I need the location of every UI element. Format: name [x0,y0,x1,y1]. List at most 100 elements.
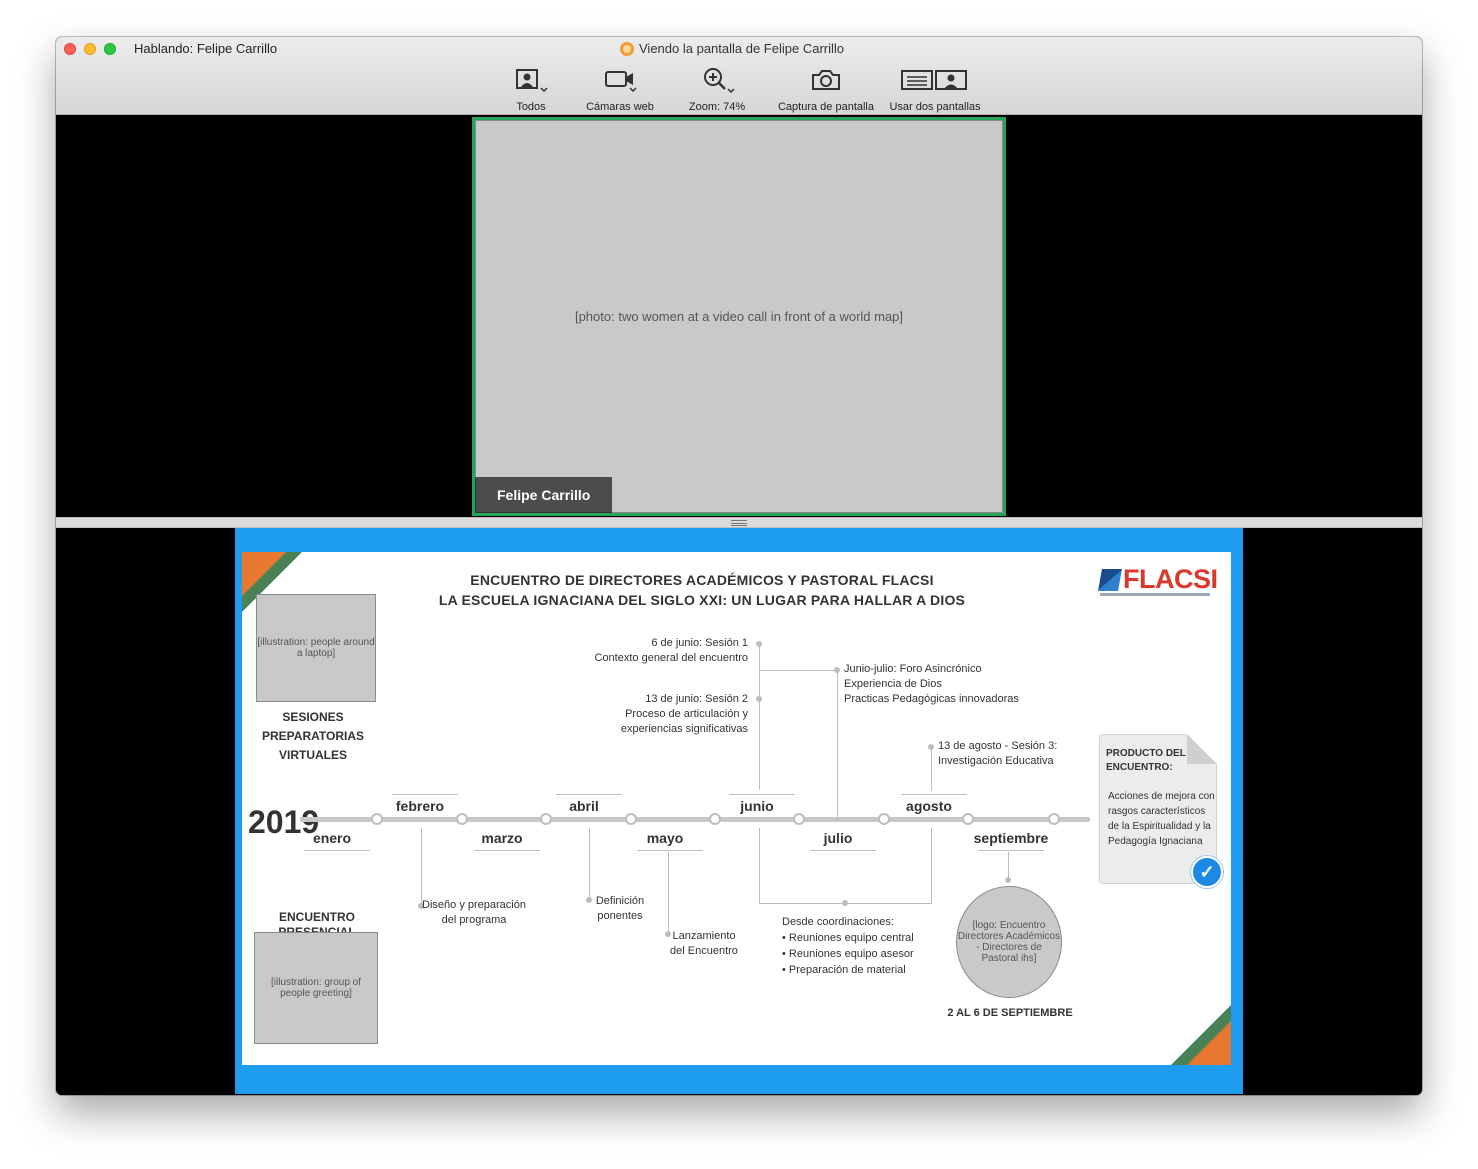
screen-share-pane: ENCUENTRO DE DIRECTORES ACADÉMICOS Y PAS… [56,528,1422,1095]
zoom-in-icon [704,68,735,93]
connector-dot-session1 [756,641,762,647]
connector-junio-sessions [759,644,760,790]
timeline-node-3 [540,813,552,825]
toolbar-button-todos[interactable]: Todos [500,65,562,113]
foro-desc-2: Practicas Pedagógicas innovadoras [844,693,1019,705]
connector-diseno [421,828,422,906]
session2-desc-2: experiencias significativas [620,723,748,735]
month-febrero: febrero [395,798,445,814]
toolbar-button-zoom[interactable]: Zoom: 74% [680,65,754,113]
product-title: PRODUCTO DEL ENCUENTRO: [1106,747,1206,775]
toolbar-button-dos-pantallas[interactable]: Usar dos pantallas [884,65,986,113]
flacsi-logo-subline [1100,593,1210,596]
toolbar-label-camaras: Cámaras web [586,101,654,113]
viewing-label: Viendo la pantalla de Felipe Carrillo [639,41,844,56]
viewing-label-container: Viendo la pantalla de Felipe Carrillo [620,41,844,56]
coord-title: Desde coordinaciones: [782,916,894,928]
camera-icon [812,70,840,90]
session2-desc-1: Proceso de articulación y [625,708,748,720]
presentation-slide: ENCUENTRO DE DIRECTORES ACADÉMICOS Y PAS… [242,552,1231,1065]
session3-desc: Investigación Educativa [938,755,1054,767]
session2-note: 13 de junio: Sesión 2 Proceso de articul… [572,692,748,737]
month-junio: junio [740,798,774,814]
video-pane: [photo: two women at a video call in fro… [56,115,1422,517]
slide-title-line-2: LA ESCUELA IGNACIANA DEL SIGLO XXI: UN L… [438,592,966,608]
fullscreen-window-button[interactable] [104,43,116,55]
flacsi-logo: FLACSI [1098,564,1218,595]
month-underline-junio [729,794,795,795]
month-underline-marzo [474,850,540,851]
connector-foro-horizontal [759,670,837,671]
timeline-node-6 [793,813,805,825]
connector-definicion [589,828,590,900]
timeline-node-2 [456,813,468,825]
virtual-sessions-line-2: VIRTUALES [278,748,347,762]
lanzamiento-line-2: del Encuentro [670,945,738,957]
foro-desc-1: Experiencia de Dios [844,678,942,690]
month-agosto: agosto [906,798,952,814]
foro-note: Junio-julio: Foro Asincrónico Experienci… [844,662,1044,707]
timeline-node-1 [371,813,383,825]
diseno-note: Diseño y preparación del programa [418,898,530,928]
checkmark-icon: ✓ [1191,856,1223,888]
month-underline-mayo [637,850,703,851]
month-underline-agosto [901,794,967,795]
shared-screen-frame: ENCUENTRO DE DIRECTORES ACADÉMICOS Y PAS… [235,528,1243,1094]
virtual-sessions-line-1: SESIONES PREPARATORIAS [261,710,364,743]
encuentro-logo: [logo: Encuentro Directores Académicos -… [956,886,1062,998]
minimize-window-button[interactable] [84,43,96,55]
connector-dot-september [1005,877,1011,883]
product-description: Acciones de mejora con rasgos caracterís… [1108,791,1215,847]
timeline-node-9 [1048,813,1060,825]
connector-dot-coord [842,900,848,906]
product-title-line-1: PRODUCTO DEL [1106,748,1186,759]
zoom-logo-icon [620,41,634,56]
session1-desc: Contexto general del encuentro [594,652,749,664]
session1-note: 6 de junio: Sesión 1 Contexto general de… [572,636,749,666]
diseno-line-2: del programa [441,914,507,926]
decorative-corner-bottom-right-inner [1187,1021,1231,1065]
foro-title: Junio-julio: Foro Asincrónico [844,663,982,675]
connector-lanzamiento [668,852,669,934]
connector-coord-left [759,828,760,903]
connector-foro-vertical [837,670,838,820]
definicion-line-2: ponentes [597,910,643,922]
coordinaciones-note: Desde coordinaciones: • Reuniones equipo… [782,914,952,978]
slide-title-line-1: ENCUENTRO DE DIRECTORES ACADÉMICOS Y PAS… [470,572,934,588]
diseno-line-1: Diseño y preparación [422,899,526,911]
toolbar-label-zoom: Zoom: 74% [688,101,746,113]
slide-title: ENCUENTRO DE DIRECTORES ACADÉMICOS Y PAS… [422,570,982,610]
dual-monitor-icon [901,70,967,90]
speaker-video-photo: [photo: two women at a video call in fro… [475,120,1003,513]
speaking-label: Hablando: Felipe Carrillo [134,41,278,56]
toolbar-button-camaras[interactable]: Cámaras web [578,65,662,113]
active-speaker-video[interactable]: [photo: two women at a video call in fro… [472,117,1006,516]
month-underline-julio [810,850,876,851]
pane-resize-divider[interactable] [56,517,1422,528]
connector-september-event [1008,852,1009,880]
month-underline-enero [304,850,370,851]
gallery-view-icon [516,69,548,92]
resize-grip-icon[interactable] [731,520,747,526]
illustration-presencial: [illustration: group of people greeting] [254,932,378,1044]
month-underline-febrero [392,794,458,795]
view-toolbar: Todos Cámaras web Zoom: 74% Captura de p… [56,65,1422,113]
month-marzo: marzo [481,830,523,846]
product-title-line-2: ENCUENTRO: [1106,762,1173,773]
toolbar-label-captura: Captura de pantalla [777,101,874,113]
coord-item-1: • Reuniones equipo central [782,932,914,944]
toolbar-button-captura[interactable]: Captura de pantalla [772,65,880,113]
month-underline-abril [556,794,622,795]
coord-item-2: • Reuniones equipo asesor [782,948,914,960]
video-camera-icon [605,71,637,92]
connector-dot-foro [834,667,840,673]
window-controls [64,43,116,55]
connector-coord-right [931,828,932,903]
close-window-button[interactable] [64,43,76,55]
coord-item-3: • Preparación de material [782,964,906,976]
timeline-node-4 [625,813,637,825]
timeline-node-7 [878,813,890,825]
illustration-virtual-sessions: [illustration: people around a laptop] [256,594,376,702]
definicion-note: Definición ponentes [588,894,652,924]
session1-title: 6 de junio: Sesión 1 [651,637,748,649]
